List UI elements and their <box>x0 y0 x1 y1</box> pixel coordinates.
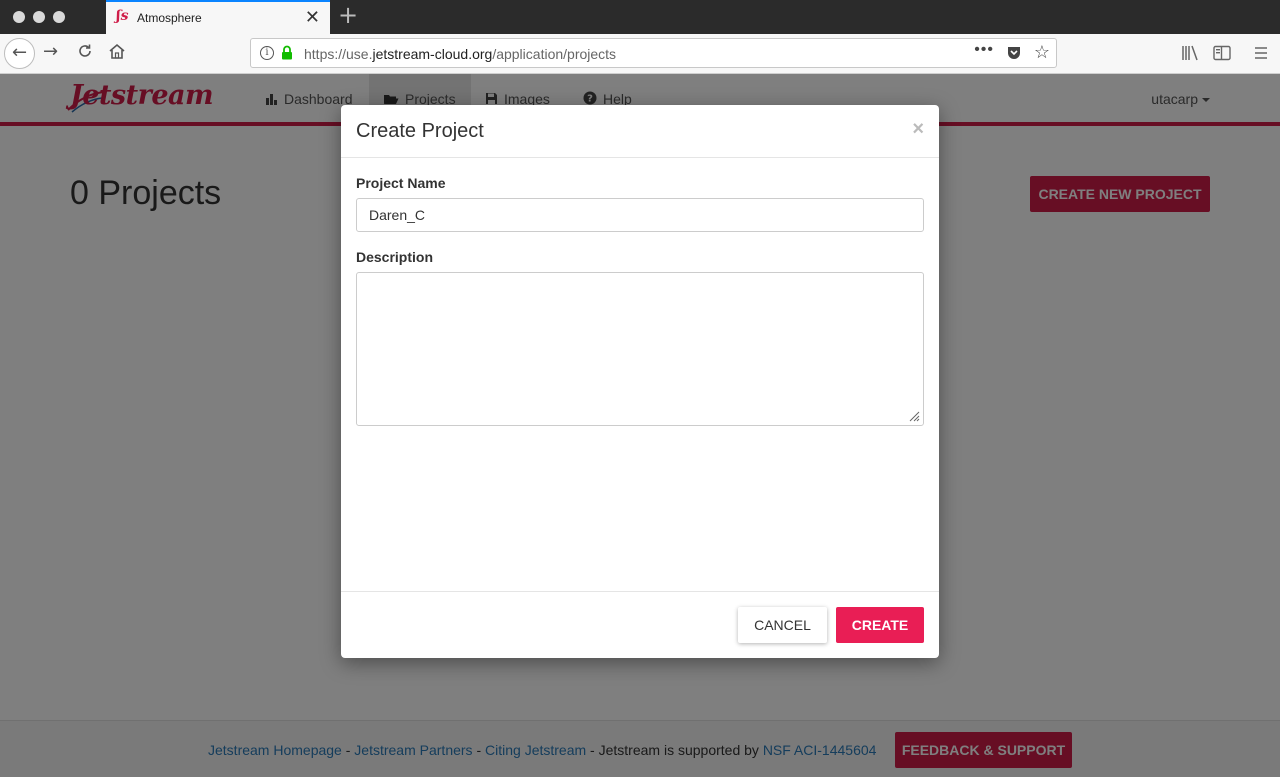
resize-grip-icon[interactable] <box>908 410 920 422</box>
lock-icon[interactable] <box>281 45 293 65</box>
zoom-window-button[interactable] <box>53 11 65 23</box>
project-name-input[interactable] <box>356 198 924 232</box>
close-window-button[interactable] <box>13 11 25 23</box>
pocket-icon[interactable] <box>1006 45 1022 66</box>
reload-icon[interactable] <box>76 42 94 63</box>
sidebar-icon[interactable] <box>1213 45 1231 66</box>
home-icon[interactable] <box>108 43 126 63</box>
browser-tab[interactable]: ʃs Atmosphere ✕ <box>106 0 330 34</box>
close-icon[interactable]: × <box>912 119 924 139</box>
forward-arrow-icon[interactable]: → <box>43 43 58 61</box>
browser-toolbar: ← → i https://use.jetstream-cloud.org/ap… <box>0 34 1280 74</box>
url-text: https://use.jetstream-cloud.org/applicat… <box>304 46 617 62</box>
new-tab-icon[interactable]: + <box>338 3 358 27</box>
create-button[interactable]: CREATE <box>836 607 924 643</box>
library-icon[interactable] <box>1181 45 1199 66</box>
cancel-button[interactable]: CANCEL <box>738 607 827 643</box>
minimize-window-button[interactable] <box>33 11 45 23</box>
info-icon[interactable]: i <box>260 46 274 60</box>
dialog-header: Create Project × <box>341 105 939 158</box>
create-project-dialog: Create Project × Project Name Descriptio… <box>341 105 939 658</box>
page-actions-icon[interactable]: ••• <box>974 41 994 59</box>
dialog-title: Create Project <box>356 120 484 142</box>
hamburger-menu-icon[interactable] <box>1253 45 1269 66</box>
bookmark-star-icon[interactable]: ☆ <box>1034 42 1050 63</box>
description-textarea[interactable] <box>356 272 924 426</box>
dialog-footer: CANCEL CREATE <box>341 591 939 658</box>
address-bar[interactable]: i https://use.jetstream-cloud.org/applic… <box>250 38 1057 68</box>
description-label: Description <box>356 249 434 265</box>
back-arrow-icon[interactable]: ← <box>4 38 35 69</box>
project-name-label: Project Name <box>356 175 446 191</box>
tab-title: Atmosphere <box>137 11 202 25</box>
browser-titlebar: ʃs Atmosphere ✕ + <box>0 0 1280 34</box>
tab-close-icon[interactable]: ✕ <box>305 8 320 26</box>
jetstream-favicon-icon: ʃs <box>116 8 129 24</box>
